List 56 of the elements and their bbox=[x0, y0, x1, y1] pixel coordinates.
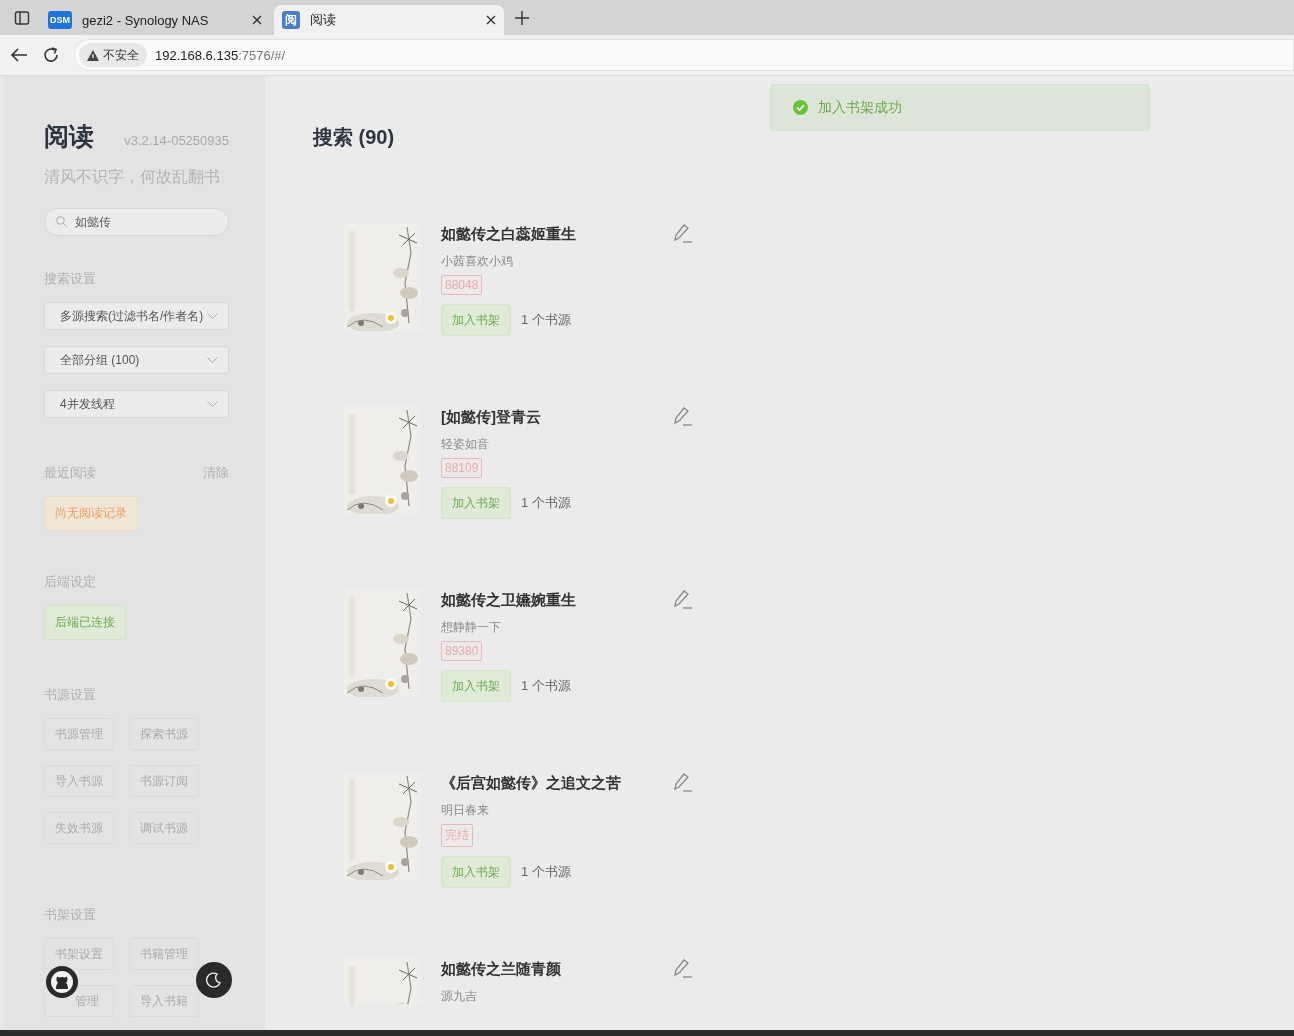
book-tag: 89380 bbox=[441, 641, 483, 661]
book-tag: 完结 bbox=[441, 824, 473, 847]
source-count: 1 个书源 bbox=[521, 677, 571, 695]
book-title[interactable]: [如懿传]登青云 bbox=[441, 407, 541, 427]
book-author: 想静静一下 bbox=[441, 619, 501, 636]
pencil-icon[interactable] bbox=[671, 772, 693, 794]
app-title: 阅读 bbox=[44, 121, 94, 152]
add-to-shelf-button[interactable]: 加入书架 bbox=[441, 304, 511, 336]
select-dropdown[interactable]: 全部分组 (100) bbox=[44, 346, 229, 374]
url-text: 192.168.6.135:7576/#/ bbox=[155, 47, 286, 63]
back-icon[interactable] bbox=[10, 47, 28, 63]
address-bar[interactable]: 不安全 192.168.6.135:7576/#/ bbox=[74, 39, 1294, 71]
book-tag: 88109 bbox=[441, 458, 483, 478]
add-to-shelf-button[interactable]: 加入书架 bbox=[441, 670, 511, 702]
book-author: 明日春来 bbox=[441, 802, 489, 819]
book-author: 源九吉 bbox=[441, 988, 477, 1005]
warning-icon bbox=[87, 49, 99, 61]
check-icon bbox=[793, 100, 808, 115]
pencil-icon[interactable] bbox=[671, 958, 693, 980]
empty-history-tag: 尚无阅读记录 bbox=[44, 496, 138, 531]
reload-icon[interactable] bbox=[42, 46, 60, 64]
source-count: 1 个书源 bbox=[521, 494, 571, 512]
page-title: 搜索 (90) bbox=[313, 125, 396, 150]
chevron-icon bbox=[207, 357, 218, 363]
browser-tab[interactable]: DSM gezi2 - Synology NAS bbox=[40, 5, 270, 35]
add-to-shelf-button[interactable]: 加入书架 bbox=[441, 487, 511, 519]
book-tag: 88048 bbox=[441, 275, 483, 295]
pencil-icon[interactable] bbox=[671, 589, 693, 611]
search-field[interactable]: 如懿传 bbox=[44, 208, 229, 236]
browser-tab[interactable]: 阅 阅读 bbox=[274, 5, 504, 35]
chevron-icon bbox=[207, 401, 218, 407]
favicon: 阅 bbox=[282, 11, 300, 29]
close-icon[interactable] bbox=[252, 15, 262, 25]
book-title[interactable]: 如懿传之卫嬿婉重生 bbox=[441, 590, 576, 610]
favicon: DSM bbox=[48, 11, 72, 29]
pencil-icon[interactable] bbox=[671, 223, 693, 245]
book-title[interactable]: 《后宫如懿传》之追文之苦 bbox=[441, 773, 621, 793]
pencil-icon[interactable] bbox=[671, 406, 693, 428]
version-text: v3.2.14-05250935 bbox=[124, 133, 229, 148]
source-count: 1 个书源 bbox=[521, 311, 571, 329]
select-dropdown[interactable]: 多源搜索(过滤书名/作者名) bbox=[44, 302, 229, 330]
security-chip[interactable]: 不安全 bbox=[79, 43, 147, 67]
chevron-icon bbox=[207, 313, 218, 319]
close-icon[interactable] bbox=[486, 15, 496, 25]
toast-message: 加入书架成功 bbox=[818, 98, 902, 117]
add-to-shelf-button[interactable]: 加入书架 bbox=[441, 856, 511, 888]
select-dropdown[interactable]: 4并发线程 bbox=[44, 390, 229, 418]
book-title[interactable]: 如懿传之白蕊姬重生 bbox=[441, 224, 576, 244]
backend-status-tag: 后端已连接 bbox=[44, 605, 126, 640]
source-count: 1 个书源 bbox=[521, 863, 571, 881]
book-title[interactable]: 如懿传之兰随青颜 bbox=[441, 959, 561, 979]
dark-mode-button[interactable] bbox=[196, 962, 232, 998]
book-author: 小茜喜欢小鸡 bbox=[441, 253, 513, 270]
search-icon bbox=[56, 216, 67, 227]
moon-icon bbox=[206, 972, 222, 988]
book-author: 轻姿如音 bbox=[441, 436, 489, 453]
